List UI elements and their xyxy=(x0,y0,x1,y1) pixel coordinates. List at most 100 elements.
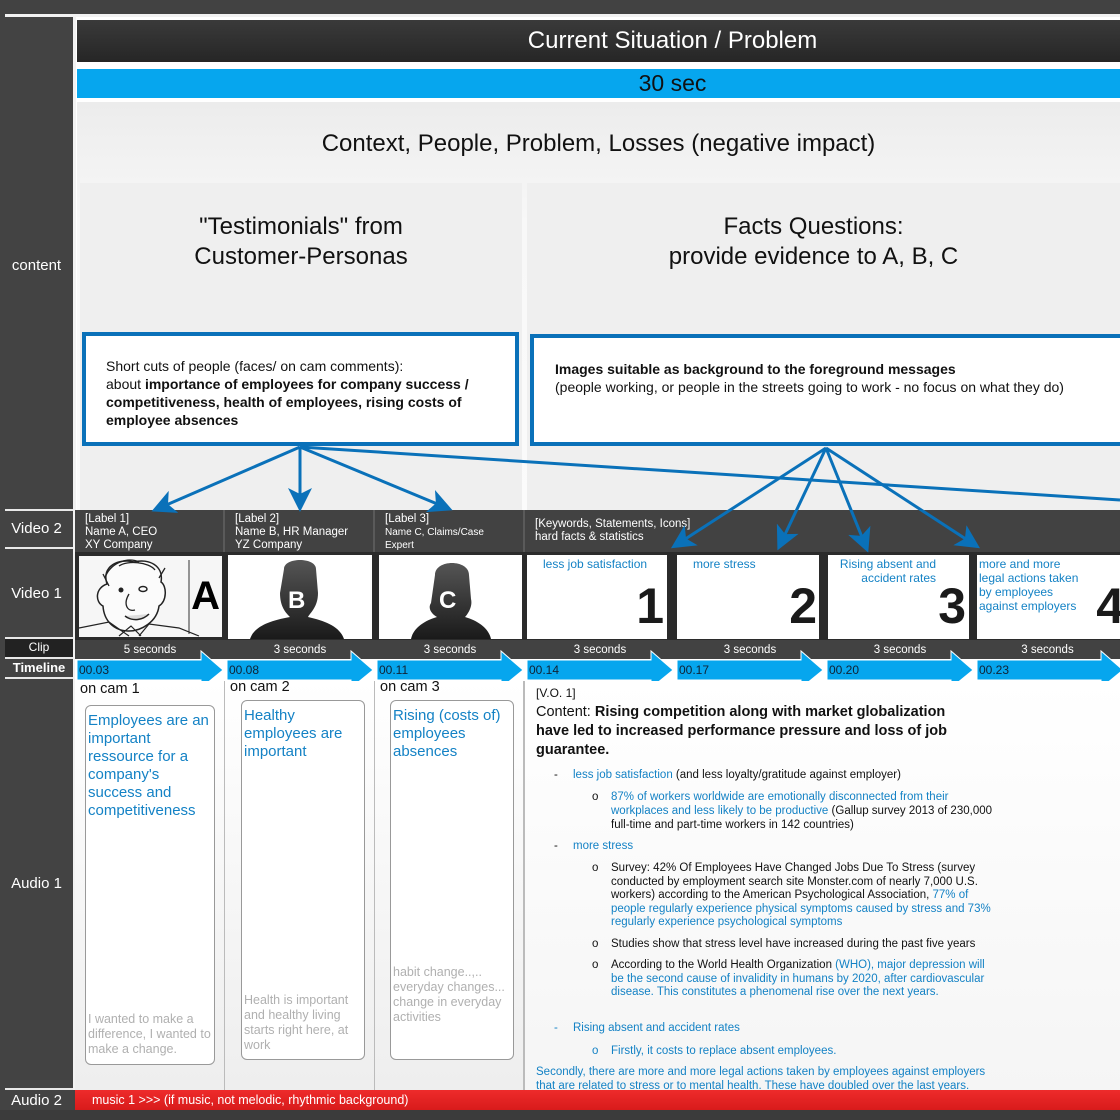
vo-bullet-keyword: less job satisfaction xyxy=(573,769,673,781)
duration-bar: 30 sec xyxy=(77,69,1120,98)
persona-letter: A xyxy=(191,574,220,618)
storyboard: content Video 2 Video 1 Clip Timeline Au… xyxy=(0,0,1120,1120)
video1-frame-persona-b[interactable]: B xyxy=(228,555,372,639)
context-heading: Context, People, Problem, Losses (negati… xyxy=(321,130,876,157)
row-divider xyxy=(5,677,73,679)
timestamp: 00.20 xyxy=(829,661,859,679)
timestamp: 00.11 xyxy=(379,661,408,679)
row-divider xyxy=(5,1088,73,1090)
desc-bold: importance of employees for company succ… xyxy=(106,376,469,428)
vo-stat-text: According to the World Health Organizati… xyxy=(611,959,836,971)
bottom-bar xyxy=(0,1110,1120,1120)
timestamp-text: 00.23 xyxy=(979,663,1010,677)
vo-stat-highlight: Firstly, it costs to replace absent empl… xyxy=(611,1045,837,1057)
row-divider xyxy=(5,509,73,511)
row-label-audio1: Audio 1 xyxy=(11,875,62,892)
timestamp: 00.03 xyxy=(79,661,109,679)
row-divider xyxy=(5,547,73,549)
fact-number: 1 xyxy=(636,578,664,634)
timestamp: 00.08 xyxy=(229,661,259,679)
persona-name: Name C, Claims/Case Expert xyxy=(385,527,484,551)
video1-frame-fact-2[interactable]: more stress 2 xyxy=(677,555,819,639)
vo-subbullet: o Firstly, it costs to replace absent em… xyxy=(592,1045,837,1057)
video1-frame-fact-1[interactable]: less job satisfaction 1 xyxy=(527,555,667,639)
cam-label: on cam 3 xyxy=(380,679,440,695)
vo-content: Content: Rising competition along with m… xyxy=(536,703,976,760)
fact-number: 2 xyxy=(789,578,817,634)
audio1-cam1: on cam 1 Employees are an important ress… xyxy=(75,681,225,1090)
speech-bubble[interactable]: Rising (costs of) employees absences hab… xyxy=(390,700,514,1060)
vo-content-bold: Rising competition along with market glo… xyxy=(536,704,947,758)
timestamp: 00.23 xyxy=(979,661,1009,679)
facts-description-box: Images suitable as background to the for… xyxy=(530,334,1120,446)
bubble-sub-text: I wanted to make a difference, I wanted … xyxy=(88,1012,211,1056)
fact-label: Rising absent and accident rates xyxy=(839,557,936,585)
section-title-bar: Current Situation / Problem xyxy=(77,20,1120,62)
fact-label: more stress xyxy=(693,557,756,571)
vo-content-prefix: Content: xyxy=(536,704,595,720)
cam-label: on cam 2 xyxy=(230,679,290,695)
bubble-sub-text: habit change..,.. everyday changes... ch… xyxy=(393,965,505,1024)
testimonials-description-box: Short cuts of people (faces/ on cam comm… xyxy=(82,332,519,446)
row-label-clip: Clip xyxy=(5,639,73,657)
video2-label-cell[interactable]: [Label 1] Name A, CEO XY Company xyxy=(75,510,225,552)
speech-bubble[interactable]: Healthy employees are important Health i… xyxy=(241,700,365,1060)
timestamp-text: 00.08 xyxy=(229,663,260,677)
timestamp-text: 00.03 xyxy=(79,663,110,677)
testimonials-title-line1: "Testimonials" from xyxy=(199,213,403,240)
music-cue: music 1 >>> (if music, not melodic, rhyt… xyxy=(92,1093,409,1107)
label-tag: [Label 2] xyxy=(235,513,280,525)
timestamp-text: 00.11 xyxy=(379,663,409,677)
video2-facts-cell[interactable]: [Keywords, Statements, Icons] hard facts… xyxy=(525,510,1120,552)
video2-label-cell[interactable]: [Label 3] Name C, Claims/Case Expert Ins… xyxy=(375,510,525,564)
vo-bullet: - less job satisfaction (and less loyalt… xyxy=(554,769,901,781)
vo-bullet: - more stress xyxy=(554,840,634,852)
fact-number: 3 xyxy=(938,578,966,634)
row-label-video2: Video 2 xyxy=(11,520,62,537)
facts-desc-text: (people working, or people in the street… xyxy=(555,379,1064,395)
video1-frame-fact-4[interactable]: more and more legal actions taken by emp… xyxy=(977,555,1120,639)
timestamp: 00.14 xyxy=(529,661,559,679)
facts-keywords-label: [Keywords, Statements, Icons] xyxy=(535,518,691,530)
duration-label: 30 sec xyxy=(638,70,707,96)
facts-keywords-sub: hard facts & statistics xyxy=(535,531,644,543)
bubble-main-text: Employees are an important ressource for… xyxy=(88,712,209,819)
label-tag: [Label 3] xyxy=(385,513,430,525)
vo-stat-text: Survey: 42% Of Employees Have Changed Jo… xyxy=(611,862,978,902)
vo-subbullet: o Survey: 42% Of Employees Have Changed … xyxy=(592,862,991,929)
vo-stat-text: Studies show that stress level have incr… xyxy=(611,938,976,950)
facts-title-line2: provide evidence to A, B, C xyxy=(668,243,959,270)
testimonials-desc-body: about importance of employees for compan… xyxy=(106,375,495,429)
voice-over-script[interactable]: [V.O. 1] Content: Rising competition alo… xyxy=(524,681,994,1090)
vo-subbullet: o According to the World Health Organiza… xyxy=(592,959,985,999)
video2-label-cell[interactable]: [Label 2] Name B, HR Manager YZ Company xyxy=(225,510,375,552)
vo-closing: Secondly, there are more and more legal … xyxy=(536,1066,996,1090)
fact-number: 4 xyxy=(1096,578,1120,634)
bubble-main-text: Healthy employees are important xyxy=(244,707,343,760)
facts-desc-bold: Images suitable as background to the for… xyxy=(555,361,956,377)
timestamp-text: 00.14 xyxy=(529,663,560,677)
facts-title-line1: Facts Questions: xyxy=(723,213,904,240)
bubble-main-text: Rising (costs of) employees absences xyxy=(393,707,501,760)
fact-label: less job satisfaction xyxy=(543,557,648,571)
label-tag: [Label 1] xyxy=(85,513,130,525)
video1-frame-persona-c[interactable]: C xyxy=(379,555,522,639)
timestamp-text: 00.20 xyxy=(829,663,860,677)
vo-bullet-text: (and less loyalty/gratitude against empl… xyxy=(672,769,901,781)
timestamp-text: 00.17 xyxy=(679,663,710,677)
video1-frame-fact-3[interactable]: Rising absent and accident rates 3 xyxy=(828,555,969,639)
audio2-track[interactable]: music 1 >>> (if music, not melodic, rhyt… xyxy=(75,1090,1120,1110)
audio1-cam3: on cam 3 Rising (costs of) employees abs… xyxy=(375,679,524,1090)
vo-tag: [V.O. 1] xyxy=(536,686,576,700)
video1-frame-persona-a[interactable]: A xyxy=(79,556,222,637)
section-title: Current Situation / Problem xyxy=(527,27,818,54)
vo-bullet: - Rising absent and accident rates xyxy=(554,1022,740,1034)
row-label-content: content xyxy=(11,257,62,274)
speech-bubble[interactable]: Employees are an important ressource for… xyxy=(85,705,215,1065)
facts-title: Facts Questions: provide evidence to A, … xyxy=(527,212,1120,272)
row-label-video1: Video 1 xyxy=(11,585,62,602)
persona-company: XY Company xyxy=(85,539,153,551)
row-label-timeline: Timeline xyxy=(12,660,66,675)
persona-name: Name B, HR Manager xyxy=(235,526,349,538)
persona-name: Name A, CEO xyxy=(85,526,158,538)
